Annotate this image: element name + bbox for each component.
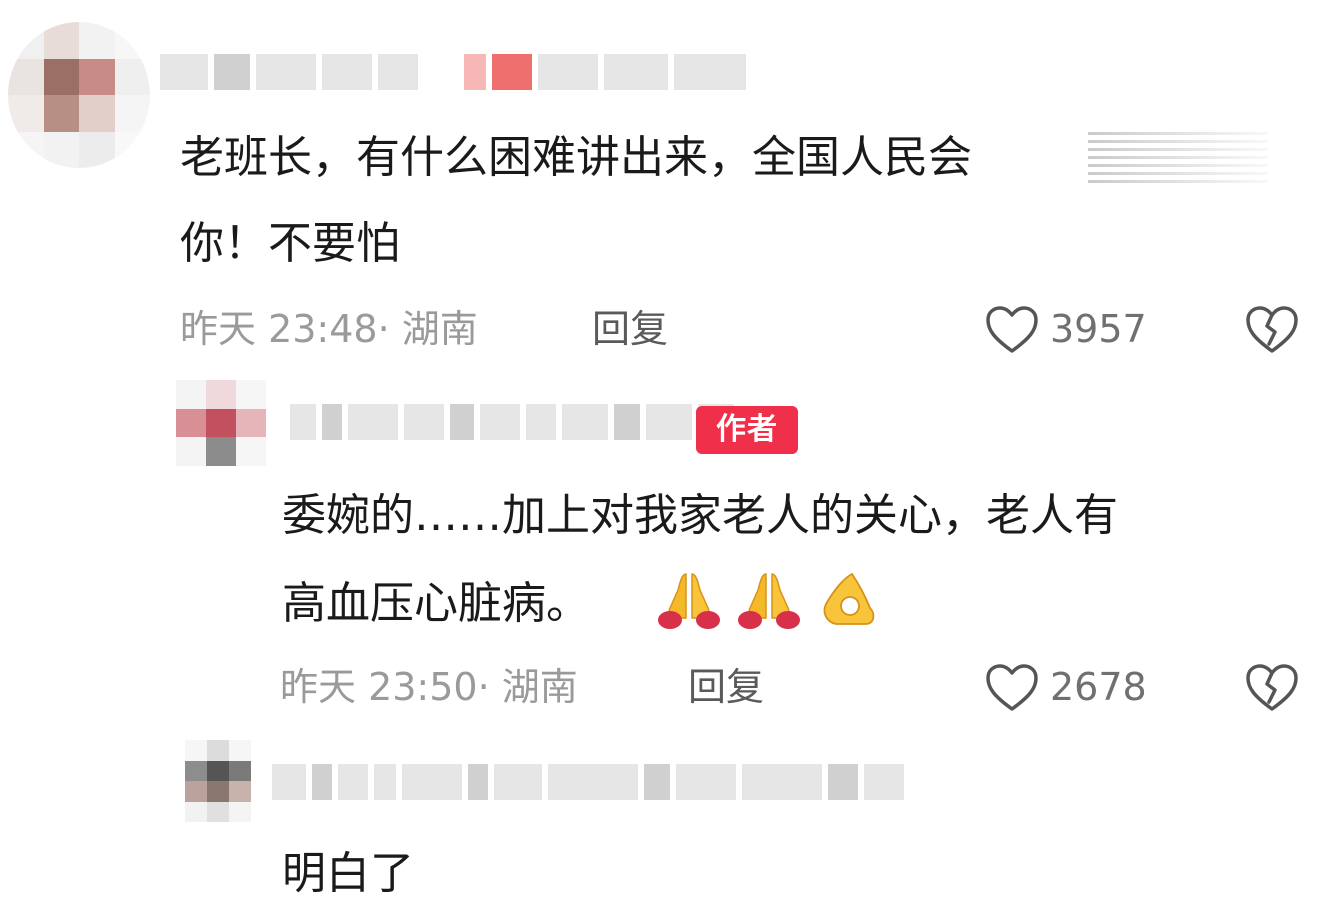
reply-button[interactable]: 回复 (592, 304, 668, 354)
comment-text-line: 老班长，有什么困难讲出来，全国人民会 (180, 132, 972, 183)
avatar[interactable] (185, 740, 251, 822)
broken-heart-icon (1246, 306, 1298, 353)
dislike-button[interactable] (1244, 304, 1300, 360)
folded-hands-icon (656, 568, 722, 630)
avatar[interactable] (176, 380, 266, 466)
reply-button[interactable]: 回复 (688, 662, 764, 712)
ok-hand-icon (814, 568, 880, 630)
like-count: 2678 (1050, 665, 1147, 709)
comment-text-line: 委婉的……加上对我家老人的关心，老人有 (282, 490, 1118, 541)
comment-meta: 昨天 23:48· 湖南 (180, 304, 478, 354)
author-badge: 作者 (696, 406, 798, 454)
text-fade-overlay (1088, 132, 1268, 184)
comment-text-line: 高血压心脏病。 (282, 578, 590, 629)
folded-hands-icon (736, 568, 802, 630)
username-blurred[interactable] (160, 54, 746, 90)
like-button[interactable] (984, 304, 1040, 360)
dislike-button[interactable] (1244, 662, 1300, 718)
comment-location: 湖南 (401, 307, 478, 351)
comment-meta: 昨天 23:50· 湖南 (280, 662, 578, 712)
avatar[interactable] (8, 22, 150, 168)
comment-text-line: 你！不要怕 (180, 218, 400, 269)
meta-separator: · (377, 307, 402, 351)
username-blurred[interactable] (290, 404, 734, 440)
comment-time: 昨天 23:48 (180, 307, 378, 351)
comment-time: 昨天 23:50 (280, 665, 478, 709)
comment-text-line: 明白了 (282, 848, 414, 899)
broken-heart-icon (1246, 664, 1298, 711)
like-count: 3957 (1050, 307, 1147, 351)
heart-outline-icon (986, 664, 1038, 711)
meta-separator: · (477, 665, 502, 709)
comment-location: 湖南 (501, 665, 578, 709)
heart-outline-icon (986, 306, 1038, 353)
username-blurred[interactable] (272, 764, 904, 800)
like-button[interactable] (984, 662, 1040, 718)
